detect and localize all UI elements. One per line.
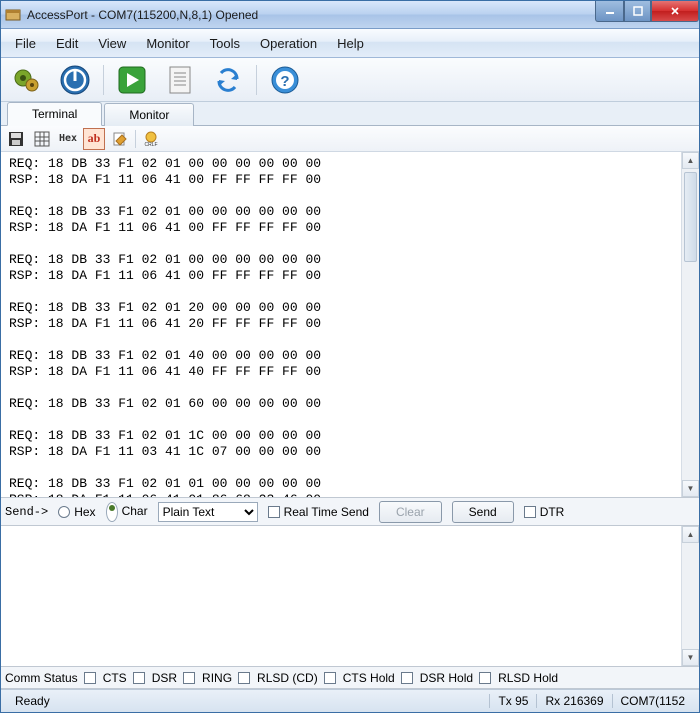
toolbar-separator — [256, 65, 257, 95]
toolbar-separator — [135, 130, 136, 148]
comm-status-label: Comm Status — [5, 671, 78, 685]
scroll-thumb[interactable] — [684, 172, 697, 262]
radio-char-label: Char — [122, 504, 148, 518]
pencil-sheet-icon — [112, 131, 128, 147]
send-label: Send-> — [5, 505, 48, 519]
menu-bar: File Edit View Monitor Tools Operation H… — [1, 29, 699, 58]
grid-button[interactable] — [31, 128, 53, 150]
terminal-toolbar: Hex ab CRLF — [1, 126, 699, 152]
dsrhold-indicator: DSR Hold — [401, 671, 473, 685]
realtime-label: Real Time Send — [284, 505, 369, 519]
realtime-checkbox[interactable]: Real Time Send — [268, 505, 369, 519]
rlsd-indicator: RLSD (CD) — [238, 671, 318, 685]
terminal-pane: REQ: 18 DB 33 F1 02 01 00 00 00 00 00 00… — [1, 152, 699, 498]
window-controls — [595, 1, 699, 22]
radio-char[interactable]: Char — [106, 502, 148, 522]
radio-hex[interactable]: Hex — [58, 505, 95, 519]
status-ready: Ready — [7, 694, 58, 708]
refresh-icon — [213, 65, 243, 95]
dtr-checkbox[interactable]: DTR — [524, 505, 565, 519]
help-icon: ? — [270, 65, 300, 95]
document-button[interactable] — [160, 61, 200, 99]
send-button[interactable]: Send — [452, 501, 514, 523]
send-scrollbar[interactable]: ▲ ▼ — [681, 526, 699, 666]
menu-monitor[interactable]: Monitor — [136, 32, 199, 55]
menu-view[interactable]: View — [88, 32, 136, 55]
floppy-icon — [8, 131, 24, 147]
menu-operation[interactable]: Operation — [250, 32, 327, 55]
tab-monitor[interactable]: Monitor — [104, 103, 194, 126]
scroll-up-arrow[interactable]: ▲ — [682, 526, 699, 543]
ctshold-indicator: CTS Hold — [324, 671, 395, 685]
maximize-button[interactable] — [624, 1, 651, 22]
minimize-button[interactable] — [595, 1, 624, 22]
crlf-button[interactable]: CRLF — [140, 128, 162, 150]
text-mode-button[interactable]: ab — [83, 128, 105, 150]
cts-indicator: CTS — [84, 671, 127, 685]
menu-file[interactable]: File — [5, 32, 46, 55]
refresh-button[interactable] — [208, 61, 248, 99]
scroll-up-arrow[interactable]: ▲ — [682, 152, 699, 169]
power-button[interactable] — [55, 61, 95, 99]
terminal-scrollbar[interactable]: ▲ ▼ — [681, 152, 699, 497]
send-bar: Send-> Hex Char Plain Text Real Time Sen… — [1, 498, 699, 526]
menu-edit[interactable]: Edit — [46, 32, 88, 55]
options-button[interactable] — [109, 128, 131, 150]
terminal-output[interactable]: REQ: 18 DB 33 F1 02 01 00 00 00 00 00 00… — [1, 152, 681, 497]
status-tx: Tx 95 — [490, 694, 536, 708]
crlf-icon: CRLF — [142, 131, 160, 147]
close-button[interactable] — [651, 1, 699, 22]
power-icon — [59, 64, 91, 96]
main-toolbar: ? — [1, 58, 699, 102]
settings-button[interactable] — [7, 61, 47, 99]
scroll-down-arrow[interactable]: ▼ — [682, 649, 699, 666]
menu-tools[interactable]: Tools — [200, 32, 250, 55]
tab-terminal[interactable]: Terminal — [7, 102, 102, 126]
dsr-indicator: DSR — [133, 671, 177, 685]
rlsdhold-indicator: RLSD Hold — [479, 671, 558, 685]
app-window: AccessPort - COM7(115200,N,8,1) Opened F… — [0, 0, 700, 713]
send-textarea-pane: ▲ ▼ — [1, 526, 699, 667]
status-bar: Ready Tx 95 Rx 216369 COM7(1152 — [1, 689, 699, 712]
app-icon — [5, 7, 21, 23]
status-rx: Rx 216369 — [537, 694, 611, 708]
tab-strip: Terminal Monitor — [1, 102, 699, 126]
status-port: COM7(1152 — [613, 694, 693, 708]
document-icon — [167, 65, 193, 95]
svg-text:?: ? — [280, 73, 289, 90]
arrow-right-icon — [117, 65, 147, 95]
menu-help[interactable]: Help — [327, 32, 374, 55]
grid-icon — [34, 131, 50, 147]
radio-hex-label: Hex — [74, 505, 95, 519]
clear-button[interactable]: Clear — [379, 501, 442, 523]
comm-status-bar: Comm Status CTS DSR RING RLSD (CD) CTS H… — [1, 667, 699, 689]
ring-indicator: RING — [183, 671, 232, 685]
gears-icon — [12, 65, 42, 95]
save-button[interactable] — [5, 128, 27, 150]
run-button[interactable] — [112, 61, 152, 99]
scroll-down-arrow[interactable]: ▼ — [682, 480, 699, 497]
toolbar-separator — [103, 65, 104, 95]
dtr-label: DTR — [540, 505, 565, 519]
help-button[interactable]: ? — [265, 61, 305, 99]
hex-mode-button[interactable]: Hex — [57, 128, 79, 150]
format-select[interactable]: Plain Text — [158, 502, 258, 522]
title-bar: AccessPort - COM7(115200,N,8,1) Opened — [1, 1, 699, 29]
window-title: AccessPort - COM7(115200,N,8,1) Opened — [27, 8, 595, 22]
send-textarea[interactable] — [1, 526, 681, 666]
svg-text:CRLF: CRLF — [144, 142, 157, 147]
